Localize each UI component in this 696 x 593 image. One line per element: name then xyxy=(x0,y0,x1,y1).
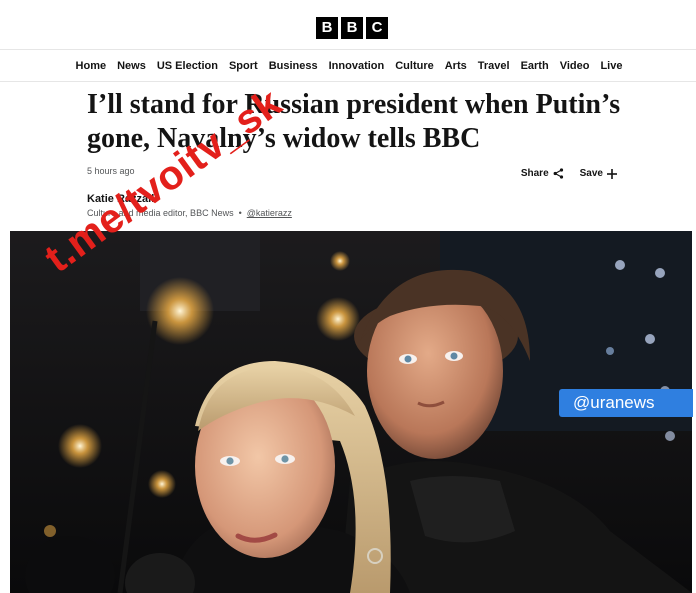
article-timestamp: 5 hours ago xyxy=(87,166,135,176)
article-actions: Share Save xyxy=(521,168,617,179)
nav-item-live[interactable]: Live xyxy=(600,60,622,72)
bbc-logo-block: B xyxy=(316,17,338,39)
nav-item-us-election[interactable]: US Election xyxy=(157,60,218,72)
share-label: Share xyxy=(520,168,549,179)
plus-icon xyxy=(607,168,617,179)
nav-item-news[interactable]: News xyxy=(117,60,146,72)
share-icon xyxy=(553,168,563,179)
nav-item-arts[interactable]: Arts xyxy=(445,60,467,72)
nav-item-video[interactable]: Video xyxy=(560,60,590,72)
nav-item-travel[interactable]: Travel xyxy=(478,60,510,72)
main-nav: Home News US Election Sport Business Inn… xyxy=(0,50,696,82)
nav-item-innovation[interactable]: Innovation xyxy=(329,60,385,72)
save-button[interactable]: Save xyxy=(580,168,617,179)
bbc-logo[interactable]: B B C xyxy=(316,17,388,39)
nav-item-sport[interactable]: Sport xyxy=(229,60,258,72)
nav-item-home[interactable]: Home xyxy=(76,60,107,72)
bbc-logo-block: B xyxy=(341,17,363,39)
save-label: Save xyxy=(579,168,603,179)
nav-item-culture[interactable]: Culture xyxy=(395,60,434,72)
nav-item-earth[interactable]: Earth xyxy=(521,60,549,72)
nav-item-business[interactable]: Business xyxy=(269,60,318,72)
separator-dot: • xyxy=(238,208,242,218)
share-button[interactable]: Share xyxy=(521,168,564,179)
bbc-logo-block: C xyxy=(366,17,388,39)
agency-watermark-tag: @uranews xyxy=(559,389,693,417)
masthead: B B C xyxy=(0,0,696,50)
author-handle-link[interactable]: @katierazz xyxy=(247,208,292,218)
